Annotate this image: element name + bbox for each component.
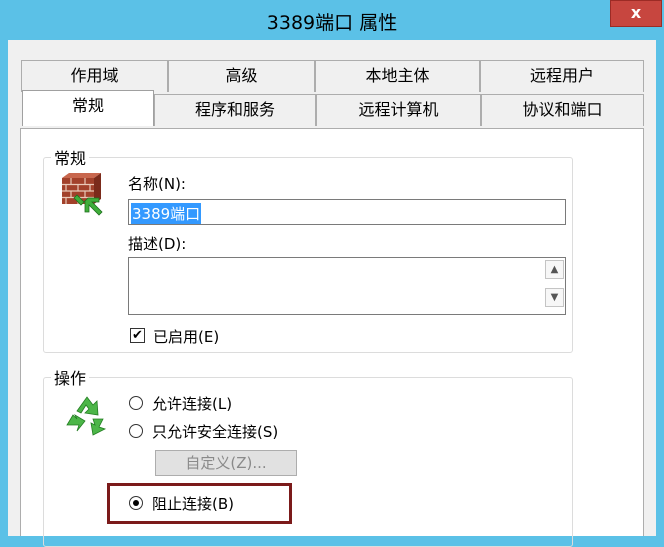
tab-protocols-ports[interactable]: 协议和端口 xyxy=(481,94,644,126)
scroll-down-arrow-icon[interactable]: ▼ xyxy=(545,288,564,307)
customize-button[interactable]: 自定义(Z)... xyxy=(155,450,297,476)
general-tab-panel: 常规 名称(N): 3389端口 描述(D): ▲ ▼ ✔ 已启用(E) 操作 … xyxy=(20,128,644,547)
allow-secure-connection-radio[interactable] xyxy=(129,424,143,438)
allow-connection-label: 允许连接(L) xyxy=(152,395,233,413)
customize-button-label: 自定义(Z)... xyxy=(185,454,267,472)
name-input-value: 3389端口 xyxy=(131,203,202,224)
name-label: 名称(N): xyxy=(128,175,186,193)
tab-advanced[interactable]: 高级 xyxy=(168,60,315,92)
enabled-label: 已启用(E) xyxy=(153,328,220,346)
scroll-up-arrow-icon[interactable]: ▲ xyxy=(545,260,564,279)
action-group-label: 操作 xyxy=(51,365,90,389)
tab-general[interactable]: 常规 xyxy=(22,90,154,126)
tab-local-principals[interactable]: 本地主体 xyxy=(315,60,480,92)
description-label: 描述(D): xyxy=(128,235,187,253)
tab-remote-computers[interactable]: 远程计算机 xyxy=(316,94,481,126)
allow-connection-radio[interactable] xyxy=(129,396,143,410)
title-bar: 3389端口 属性 x xyxy=(0,0,664,40)
window-title: 3389端口 属性 xyxy=(266,12,398,34)
enabled-checkbox[interactable]: ✔ xyxy=(130,328,145,343)
dialog-body: 作用域 高级 本地主体 远程用户 常规 程序和服务 远程计算机 协议和端口 常规 xyxy=(8,40,656,547)
tab-programs-services[interactable]: 程序和服务 xyxy=(154,94,316,126)
general-group-label: 常规 xyxy=(51,145,90,169)
green-recycle-arrows-icon xyxy=(63,391,113,437)
description-textarea[interactable]: ▲ ▼ xyxy=(128,257,566,315)
close-button[interactable]: x xyxy=(610,0,662,27)
allow-secure-connection-label: 只允许安全连接(S) xyxy=(152,423,279,441)
firewall-icon xyxy=(59,172,111,218)
block-connection-radio[interactable] xyxy=(129,496,143,510)
tab-scope[interactable]: 作用域 xyxy=(21,60,168,92)
tab-remote-users[interactable]: 远程用户 xyxy=(480,60,644,92)
general-group xyxy=(43,157,573,353)
block-connection-label: 阻止连接(B) xyxy=(152,495,234,513)
name-input[interactable]: 3389端口 xyxy=(128,199,566,225)
